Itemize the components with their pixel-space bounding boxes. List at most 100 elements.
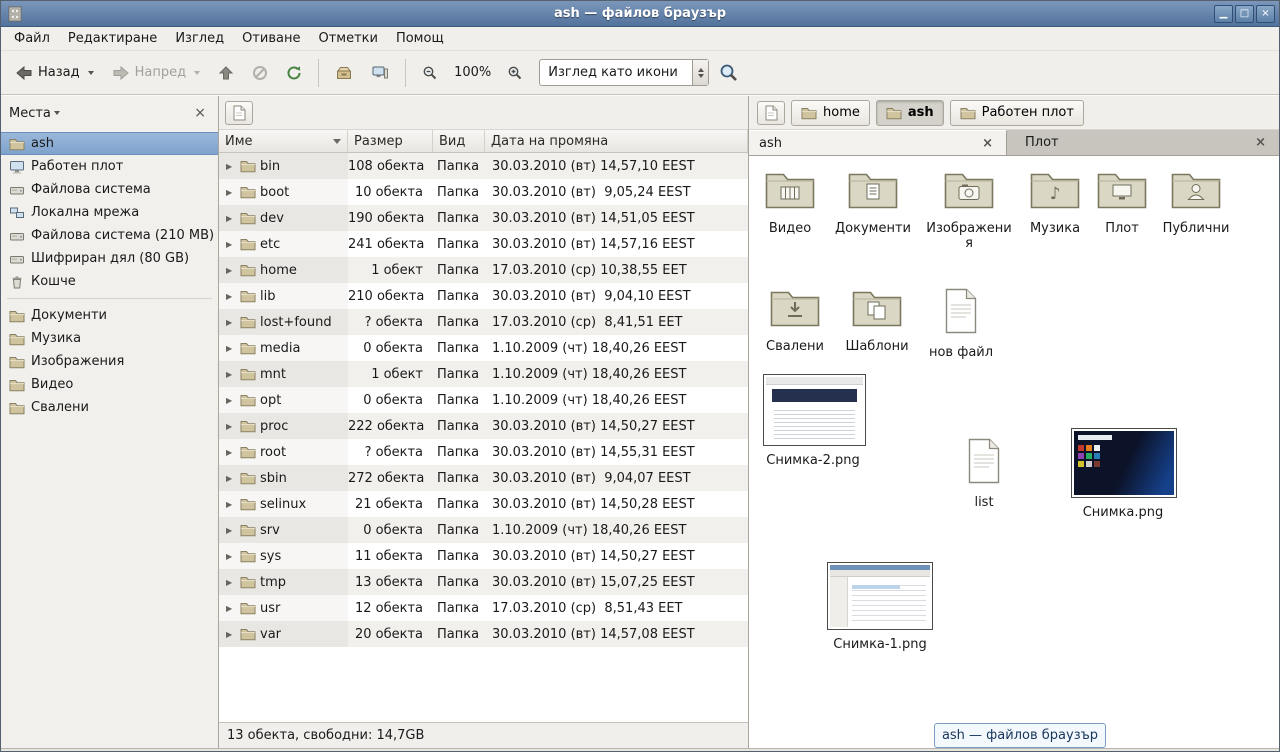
- expander-icon[interactable]: ▶: [226, 500, 236, 509]
- expander-icon[interactable]: ▶: [226, 214, 236, 223]
- up-button[interactable]: [210, 59, 242, 87]
- sidebar-item[interactable]: ash: [1, 132, 218, 155]
- expander-icon[interactable]: ▶: [226, 396, 236, 405]
- expander-icon[interactable]: ▶: [226, 370, 236, 379]
- path-button-ash[interactable]: ash: [876, 100, 944, 126]
- expander-icon[interactable]: ▶: [226, 630, 236, 639]
- menu-item-view[interactable]: Изглед: [166, 28, 233, 49]
- zoom-out-button[interactable]: [414, 59, 446, 87]
- sidebar-item[interactable]: Документи: [1, 304, 218, 327]
- sidebar-item[interactable]: Кошче: [1, 270, 218, 293]
- view-mode-select[interactable]: Изглед като икони: [539, 59, 709, 86]
- table-row[interactable]: ▶selinux21 обектаПапка30.03.2010 (вт) 14…: [219, 491, 748, 517]
- sidebar-close-icon[interactable]: ×: [190, 105, 210, 121]
- back-button[interactable]: Назад: [7, 59, 102, 87]
- home-button[interactable]: [327, 59, 361, 87]
- stop-button[interactable]: [244, 59, 276, 87]
- sidebar-header[interactable]: Места ×: [1, 96, 218, 130]
- expander-icon[interactable]: ▶: [226, 448, 236, 457]
- icon-view-item[interactable]: Шаблони: [841, 286, 913, 354]
- minimize-button[interactable]: ▁: [1214, 5, 1233, 23]
- maximize-button[interactable]: □: [1235, 5, 1254, 23]
- view-mode-stepper[interactable]: [692, 60, 708, 85]
- back-dropdown-icon[interactable]: [88, 71, 94, 75]
- expander-icon[interactable]: ▶: [226, 552, 236, 561]
- menu-item-bookmarks[interactable]: Отметки: [309, 28, 386, 49]
- icon-view-item[interactable]: Публични: [1157, 168, 1235, 236]
- table-row[interactable]: ▶tmp13 обектаПапка30.03.2010 (вт) 15,07,…: [219, 569, 748, 595]
- icon-view-item[interactable]: Плот: [1089, 168, 1155, 236]
- icon-view-item[interactable]: Изображения: [925, 168, 1013, 251]
- column-modified[interactable]: Дата на промяна: [485, 130, 748, 152]
- column-type[interactable]: Вид: [433, 130, 485, 152]
- icon-view-item[interactable]: нов файл: [923, 288, 999, 360]
- table-row[interactable]: ▶media0 обектаПапка1.10.2009 (чт) 18,40,…: [219, 335, 748, 361]
- icon-view-item[interactable]: Свалени: [759, 286, 831, 354]
- table-row[interactable]: ▶etc241 обектаПапка30.03.2010 (вт) 14,57…: [219, 231, 748, 257]
- table-row[interactable]: ▶root? обектаПапка30.03.2010 (вт) 14,55,…: [219, 439, 748, 465]
- icon-view-item[interactable]: Документи: [833, 168, 913, 236]
- tab-close-icon[interactable]: ×: [979, 136, 996, 151]
- search-button[interactable]: [711, 57, 747, 89]
- reload-button[interactable]: [278, 59, 310, 87]
- icon-view-item[interactable]: Снимка.png: [1071, 428, 1175, 520]
- expander-icon[interactable]: ▶: [226, 604, 236, 613]
- forward-button[interactable]: Напред: [104, 59, 208, 87]
- sidebar-item[interactable]: Изображения: [1, 350, 218, 373]
- location-toggle-button[interactable]: [225, 101, 253, 125]
- expander-icon[interactable]: ▶: [226, 344, 236, 353]
- icon-view-item[interactable]: Снимка-1.png: [827, 562, 933, 652]
- sidebar-item[interactable]: Музика: [1, 327, 218, 350]
- tab-close-icon[interactable]: ×: [1252, 135, 1269, 150]
- table-row[interactable]: ▶usr12 обектаПапка17.03.2010 (ср) 8,51,4…: [219, 595, 748, 621]
- expander-icon[interactable]: ▶: [226, 162, 236, 171]
- sidebar-item[interactable]: Видео: [1, 373, 218, 396]
- sidebar-dropdown-icon[interactable]: [54, 111, 60, 115]
- computer-button[interactable]: [363, 59, 397, 87]
- expander-icon[interactable]: ▶: [226, 318, 236, 327]
- menu-item-edit[interactable]: Редактиране: [59, 28, 166, 49]
- table-row[interactable]: ▶boot10 обектаПапка30.03.2010 (вт) 9,05,…: [219, 179, 748, 205]
- path-button-desktop[interactable]: Работен плот: [950, 100, 1084, 126]
- location-toggle-button[interactable]: [757, 101, 785, 125]
- expander-icon[interactable]: ▶: [226, 578, 236, 587]
- sidebar-item[interactable]: Локална мрежа: [1, 201, 218, 224]
- expander-icon[interactable]: ▶: [226, 266, 236, 275]
- taskbar-window-button[interactable]: ash — файлов браузър: [934, 723, 1106, 748]
- expander-icon[interactable]: ▶: [226, 474, 236, 483]
- table-row[interactable]: ▶bin108 обектаПапка30.03.2010 (вт) 14,57…: [219, 153, 748, 179]
- tab-plot[interactable]: Плот ×: [1007, 130, 1279, 155]
- table-row[interactable]: ▶dev190 обектаПапка30.03.2010 (вт) 14,51…: [219, 205, 748, 231]
- expander-icon[interactable]: ▶: [226, 240, 236, 249]
- path-button-home[interactable]: home: [791, 100, 870, 126]
- menu-item-help[interactable]: Помощ: [387, 28, 453, 49]
- table-row[interactable]: ▶var20 обектаПапка30.03.2010 (вт) 14,57,…: [219, 621, 748, 647]
- expander-icon[interactable]: ▶: [226, 188, 236, 197]
- table-row[interactable]: ▶sys11 обектаПапка30.03.2010 (вт) 14,50,…: [219, 543, 748, 569]
- icon-view[interactable]: ВидеоДокументиИзображения♪МузикаПлотПубл…: [749, 156, 1279, 748]
- expander-icon[interactable]: ▶: [226, 422, 236, 431]
- table-row[interactable]: ▶lib210 обектаПапка30.03.2010 (вт) 9,04,…: [219, 283, 748, 309]
- expander-icon[interactable]: ▶: [226, 526, 236, 535]
- icon-view-item[interactable]: list: [949, 438, 1019, 510]
- table-row[interactable]: ▶lost+found? обектаПапка17.03.2010 (ср) …: [219, 309, 748, 335]
- column-name[interactable]: Име: [219, 130, 348, 152]
- column-size[interactable]: Размер: [348, 130, 433, 152]
- sidebar-item[interactable]: Работен плот: [1, 155, 218, 178]
- table-row[interactable]: ▶srv0 обектаПапка1.10.2009 (чт) 18,40,26…: [219, 517, 748, 543]
- sidebar-item[interactable]: Свалени: [1, 396, 218, 419]
- table-row[interactable]: ▶home1 обектПапка17.03.2010 (ср) 10,38,5…: [219, 257, 748, 283]
- menu-item-go[interactable]: Отиване: [233, 28, 309, 49]
- sidebar-item[interactable]: Файлова система: [1, 178, 218, 201]
- table-row[interactable]: ▶sbin272 обектаПапка30.03.2010 (вт) 9,04…: [219, 465, 748, 491]
- sidebar-item[interactable]: Шифриран дял (80 GB): [1, 247, 218, 270]
- table-row[interactable]: ▶proc222 обектаПапка30.03.2010 (вт) 14,5…: [219, 413, 748, 439]
- titlebar[interactable]: ash — файлов браузър ▁ □ ×: [1, 1, 1279, 27]
- expander-icon[interactable]: ▶: [226, 292, 236, 301]
- tab-ash[interactable]: ash ×: [749, 130, 1007, 155]
- table-row[interactable]: ▶opt0 обектаПапка1.10.2009 (чт) 18,40,26…: [219, 387, 748, 413]
- icon-view-item[interactable]: ♪Музика: [1017, 168, 1093, 236]
- icon-view-item[interactable]: Снимка-2.png: [763, 374, 863, 468]
- table-row[interactable]: ▶mnt1 обектПапка1.10.2009 (чт) 18,40,26 …: [219, 361, 748, 387]
- sidebar-item[interactable]: Файлова система (210 MB): [1, 224, 218, 247]
